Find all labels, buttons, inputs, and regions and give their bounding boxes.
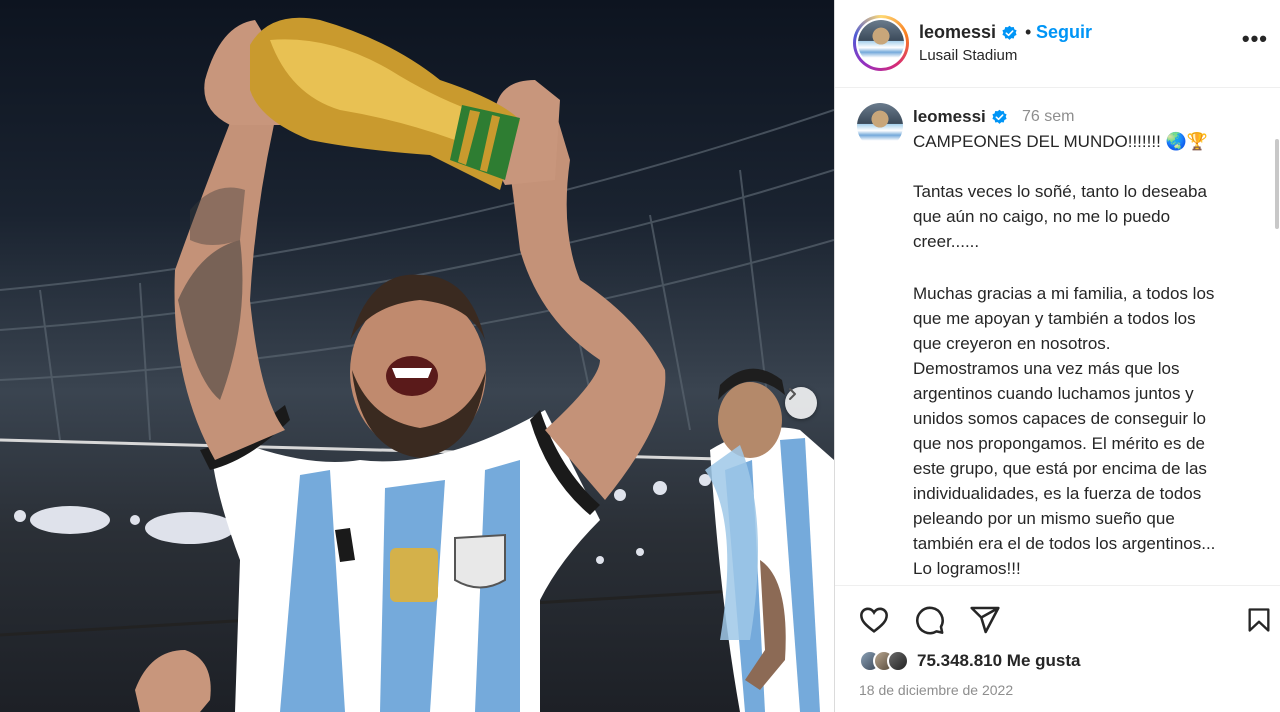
action-bar: 75.348.810 Me gusta 18 de diciembre de 2…: [835, 585, 1280, 712]
post-age[interactable]: 76 sem: [1022, 108, 1074, 126]
likes-row[interactable]: 75.348.810 Me gusta: [859, 650, 1080, 672]
verified-badge-icon: [1002, 25, 1017, 40]
caption-avatar[interactable]: [857, 103, 903, 149]
likes-count[interactable]: 75.348.810 Me gusta: [917, 651, 1080, 671]
share-icon[interactable]: [969, 604, 1001, 636]
comment-icon[interactable]: [913, 604, 946, 636]
more-options-button[interactable]: •••: [1242, 28, 1268, 50]
header-username-row: leomessi: [919, 22, 1018, 43]
liker-avatar: [887, 650, 909, 672]
follow-button[interactable]: Seguir: [1036, 22, 1092, 43]
header-username[interactable]: leomessi: [919, 22, 996, 42]
caption-title: CAMPEONES DEL MUNDO!!!!!!! 🌏🏆: [913, 132, 1208, 151]
bookmark-icon[interactable]: [1245, 604, 1273, 636]
caption-paragraph-2: Muchas gracias a mi familia, a todos los…: [913, 284, 1216, 578]
caption-paragraph-1: Tantas veces lo soñé, tanto lo deseaba q…: [913, 182, 1207, 251]
post-date: 18 de diciembre de 2022: [859, 682, 1014, 698]
story-ring[interactable]: [853, 15, 909, 71]
separator-dot: •: [1025, 22, 1032, 42]
post-detail-panel: leomessi • Seguir Lusail Stadium ••• leo…: [834, 0, 1280, 712]
heart-icon[interactable]: [857, 604, 891, 636]
next-photo-button[interactable]: [785, 387, 817, 419]
caption-scrollbar[interactable]: [1275, 139, 1279, 229]
avatar[interactable]: [858, 20, 904, 66]
caption-username-row: leomessi: [913, 107, 1008, 127]
post-photo-illustration: [0, 17, 834, 712]
post-photo[interactable]: [0, 0, 834, 712]
post-header: leomessi • Seguir Lusail Stadium •••: [835, 0, 1280, 88]
caption-username[interactable]: leomessi: [913, 107, 986, 126]
location-link[interactable]: Lusail Stadium: [919, 47, 1017, 64]
verified-badge-icon: [992, 109, 1007, 124]
chevron-right-icon: [789, 388, 796, 400]
caption-area[interactable]: leomessi 76 sem CAMPEONES DEL MUNDO!!!!!…: [835, 89, 1280, 585]
